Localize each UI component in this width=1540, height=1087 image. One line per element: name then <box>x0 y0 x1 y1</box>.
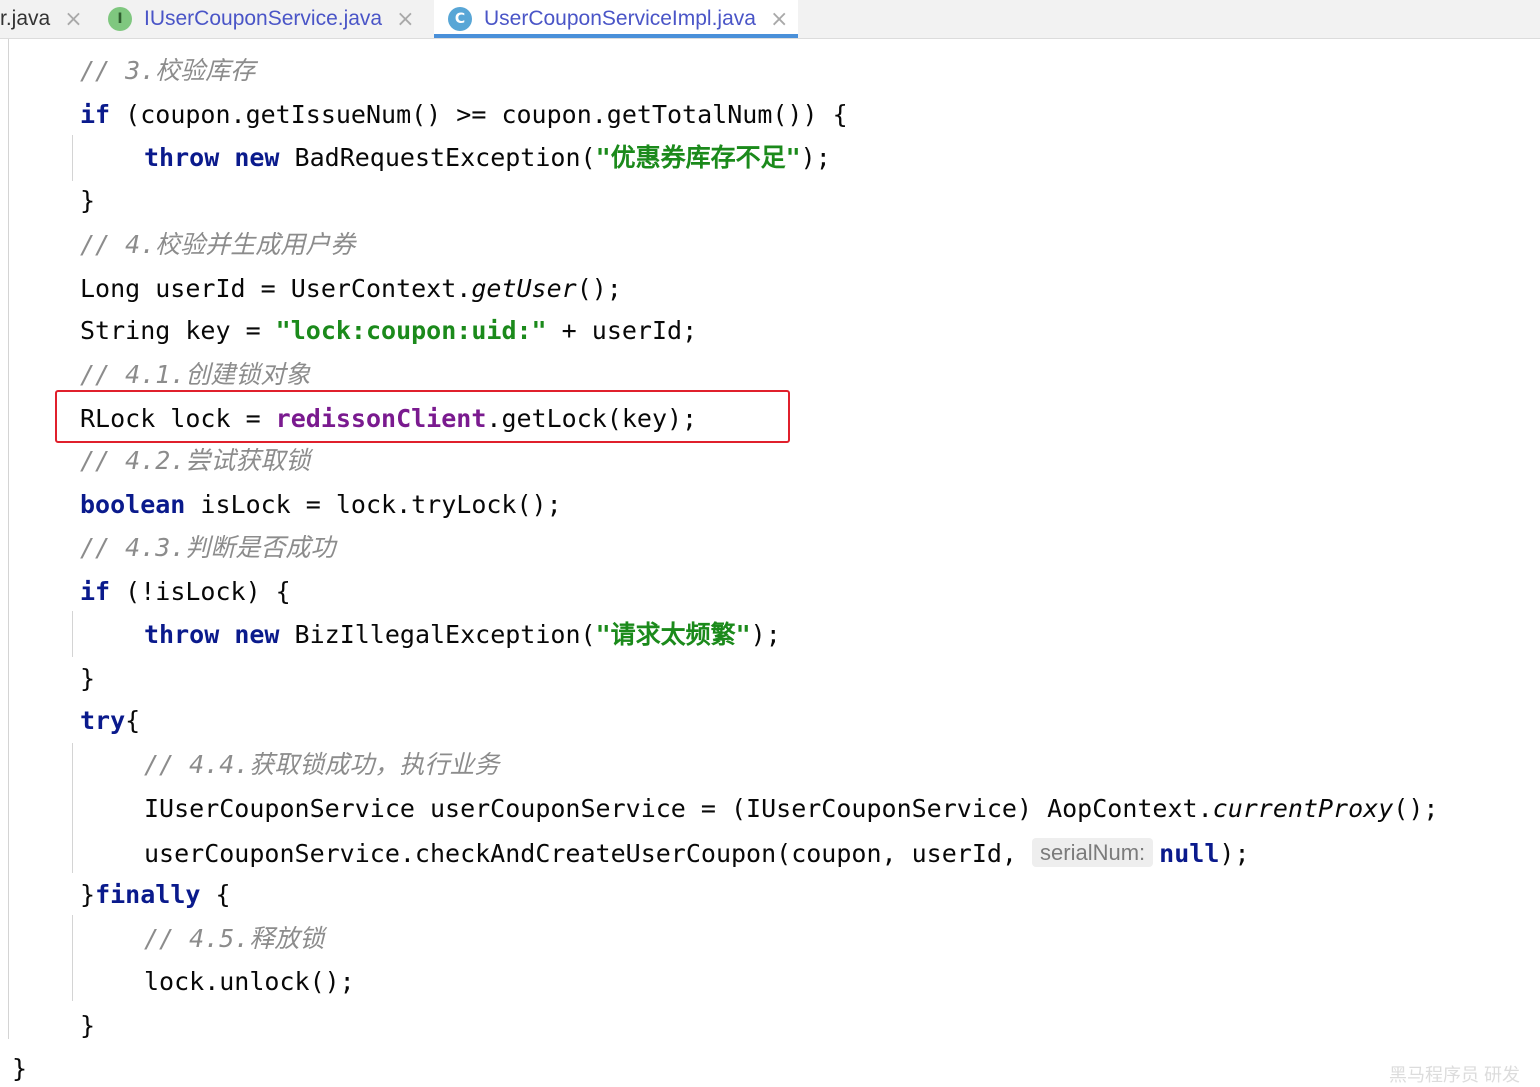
indent-guide <box>72 915 73 1001</box>
code-line: IUserCouponService userCouponService = (… <box>144 789 1438 829</box>
code-line: try{ <box>80 701 140 741</box>
code-text: ); <box>1219 839 1250 868</box>
keyword: new <box>234 620 280 649</box>
code-text: BizIllegalException( <box>279 620 596 649</box>
close-icon[interactable]: × <box>64 7 82 32</box>
code-line: } <box>80 1006 95 1046</box>
code-text: } <box>12 1054 28 1083</box>
code-text: String key = <box>80 316 276 345</box>
keyword: try <box>80 706 126 735</box>
close-icon[interactable]: × <box>396 7 414 32</box>
code-line: } <box>80 181 95 221</box>
indent-guide <box>72 611 73 657</box>
editor-tab-bar: r.java × I IUserCouponService.java × C U… <box>0 0 1540 39</box>
comment: // 4.2.尝试获取锁 <box>80 446 311 475</box>
keyword: null <box>1159 839 1220 868</box>
code-text: } <box>80 880 96 909</box>
string-literal: "优惠券库存不足" <box>595 143 801 172</box>
code-line: // 4.4.获取锁成功，执行业务 <box>144 745 499 785</box>
indent-guide <box>8 39 9 1039</box>
code-line: }finally { <box>80 875 231 915</box>
keyword: finally <box>95 880 201 909</box>
code-text: ); <box>750 620 781 649</box>
tab-iusercouponservice[interactable]: I IUserCouponService.java × <box>108 0 415 38</box>
indent-guide <box>72 743 73 873</box>
code-line: RLock lock = redissonClient.getLock(key)… <box>80 399 697 439</box>
code-text: } <box>80 186 96 215</box>
code-line: // 4.2.尝试获取锁 <box>80 441 310 481</box>
static-method: currentProxy <box>1212 794 1394 823</box>
code-line: boolean isLock = lock.tryLock(); <box>80 485 562 525</box>
code-line: String key = "lock:coupon:uid:" + userId… <box>80 311 697 351</box>
close-icon[interactable]: × <box>770 7 788 32</box>
static-method: getUser <box>471 274 577 303</box>
code-text: (coupon.getIssueNum() >= coupon.getTotal… <box>110 100 848 129</box>
code-text: lock.unlock(); <box>144 967 355 996</box>
indent-guide <box>72 135 73 181</box>
string-literal: "lock:coupon:uid:" <box>275 316 547 345</box>
code-text: + userId; <box>546 316 698 345</box>
code-line: if (!isLock) { <box>80 572 291 612</box>
code-line: Long userId = UserContext.getUser(); <box>80 269 622 309</box>
code-text: ); <box>800 143 831 172</box>
code-editor[interactable]: // 3.校验库存 if (coupon.getIssueNum() >= co… <box>0 39 1540 1087</box>
code-line: } <box>12 1049 27 1087</box>
code-text: Long userId = UserContext. <box>80 274 472 303</box>
keyword: if <box>80 577 111 606</box>
watermark: 黑马程序员 研发 <box>1388 1065 1520 1085</box>
code-line: lock.unlock(); <box>144 962 355 1002</box>
code-text: (); <box>576 274 622 303</box>
code-text: isLock = lock.tryLock(); <box>185 490 562 519</box>
code-line: if (coupon.getIssueNum() >= coupon.getTo… <box>80 95 848 135</box>
keyword: if <box>80 100 111 129</box>
code-line: // 3.校验库存 <box>80 51 255 91</box>
comment: // 4.3.判断是否成功 <box>80 533 336 562</box>
tab-label: r.java <box>0 7 51 30</box>
tab-label: IUserCouponService.java <box>144 7 383 30</box>
keyword: throw <box>144 620 220 649</box>
comment: // 4.1.创建锁对象 <box>80 360 311 389</box>
code-text: } <box>80 664 96 693</box>
code-line: throw new BizIllegalException("请求太频繁"); <box>144 615 781 655</box>
code-line: // 4.1.创建锁对象 <box>80 355 310 395</box>
comment: // 4.5.释放锁 <box>144 924 325 953</box>
comment: // 4.校验并生成用户券 <box>80 230 356 259</box>
comment: // 3.校验库存 <box>80 56 256 85</box>
keyword: new <box>234 143 280 172</box>
comment: // 4.4.获取锁成功，执行业务 <box>144 750 500 779</box>
tab-usercouponserviceimpl[interactable]: C UserCouponServiceImpl.java × <box>434 0 799 38</box>
code-line: // 4.5.释放锁 <box>144 919 324 959</box>
field-reference: redissonClient <box>275 404 487 433</box>
class-icon: C <box>448 7 472 31</box>
code-text: userCouponService.checkAndCreateUserCoup… <box>144 839 1033 868</box>
code-line: } <box>80 659 95 699</box>
code-text: (); <box>1393 794 1439 823</box>
string-literal: "请求太频繁" <box>595 620 751 649</box>
interface-icon: I <box>108 7 132 31</box>
keyword: throw <box>144 143 220 172</box>
tab-label: UserCouponServiceImpl.java <box>484 7 756 30</box>
tab-r-java[interactable]: r.java × <box>0 0 83 38</box>
parameter-hint: serialNum: <box>1032 838 1154 867</box>
code-text: IUserCouponService userCouponService = (… <box>144 794 1213 823</box>
code-line: throw new BadRequestException("优惠券库存不足")… <box>144 138 831 178</box>
code-text: } <box>80 1011 96 1040</box>
code-text: BadRequestException( <box>279 143 596 172</box>
code-text: { <box>200 880 231 909</box>
code-text: .getLock(key); <box>486 404 698 433</box>
code-text: { <box>125 706 141 735</box>
code-line: userCouponService.checkAndCreateUserCoup… <box>144 833 1250 873</box>
code-line: // 4.校验并生成用户券 <box>80 225 355 265</box>
code-text: RLock lock = <box>80 404 276 433</box>
keyword: boolean <box>80 490 186 519</box>
code-text: (!isLock) { <box>110 577 291 606</box>
code-line: // 4.3.判断是否成功 <box>80 528 335 568</box>
